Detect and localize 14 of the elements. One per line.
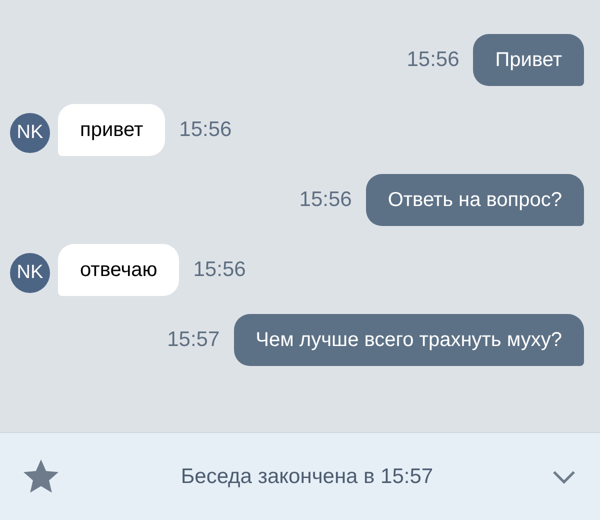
avatar[interactable]: NK — [10, 253, 50, 293]
avatar[interactable]: NK — [10, 113, 50, 153]
message-time: 15:56 — [193, 258, 246, 282]
received-message: отвечаю — [58, 244, 180, 296]
message-time: 15:57 — [167, 328, 220, 352]
status-text: Беседа закончена в 15:57 — [180, 464, 434, 488]
sent-message: Привет — [473, 34, 584, 86]
received-message: привет — [58, 104, 166, 156]
sent-message: Ответь на вопрос? — [366, 174, 584, 226]
chevron-down-icon[interactable] — [552, 470, 576, 484]
sent-message: Чем лучше всего трахнуть муху? — [234, 314, 584, 366]
message-time: 15:56 — [299, 188, 352, 212]
message-time: 15:56 — [406, 48, 460, 72]
message-time: 15:56 — [179, 118, 232, 142]
